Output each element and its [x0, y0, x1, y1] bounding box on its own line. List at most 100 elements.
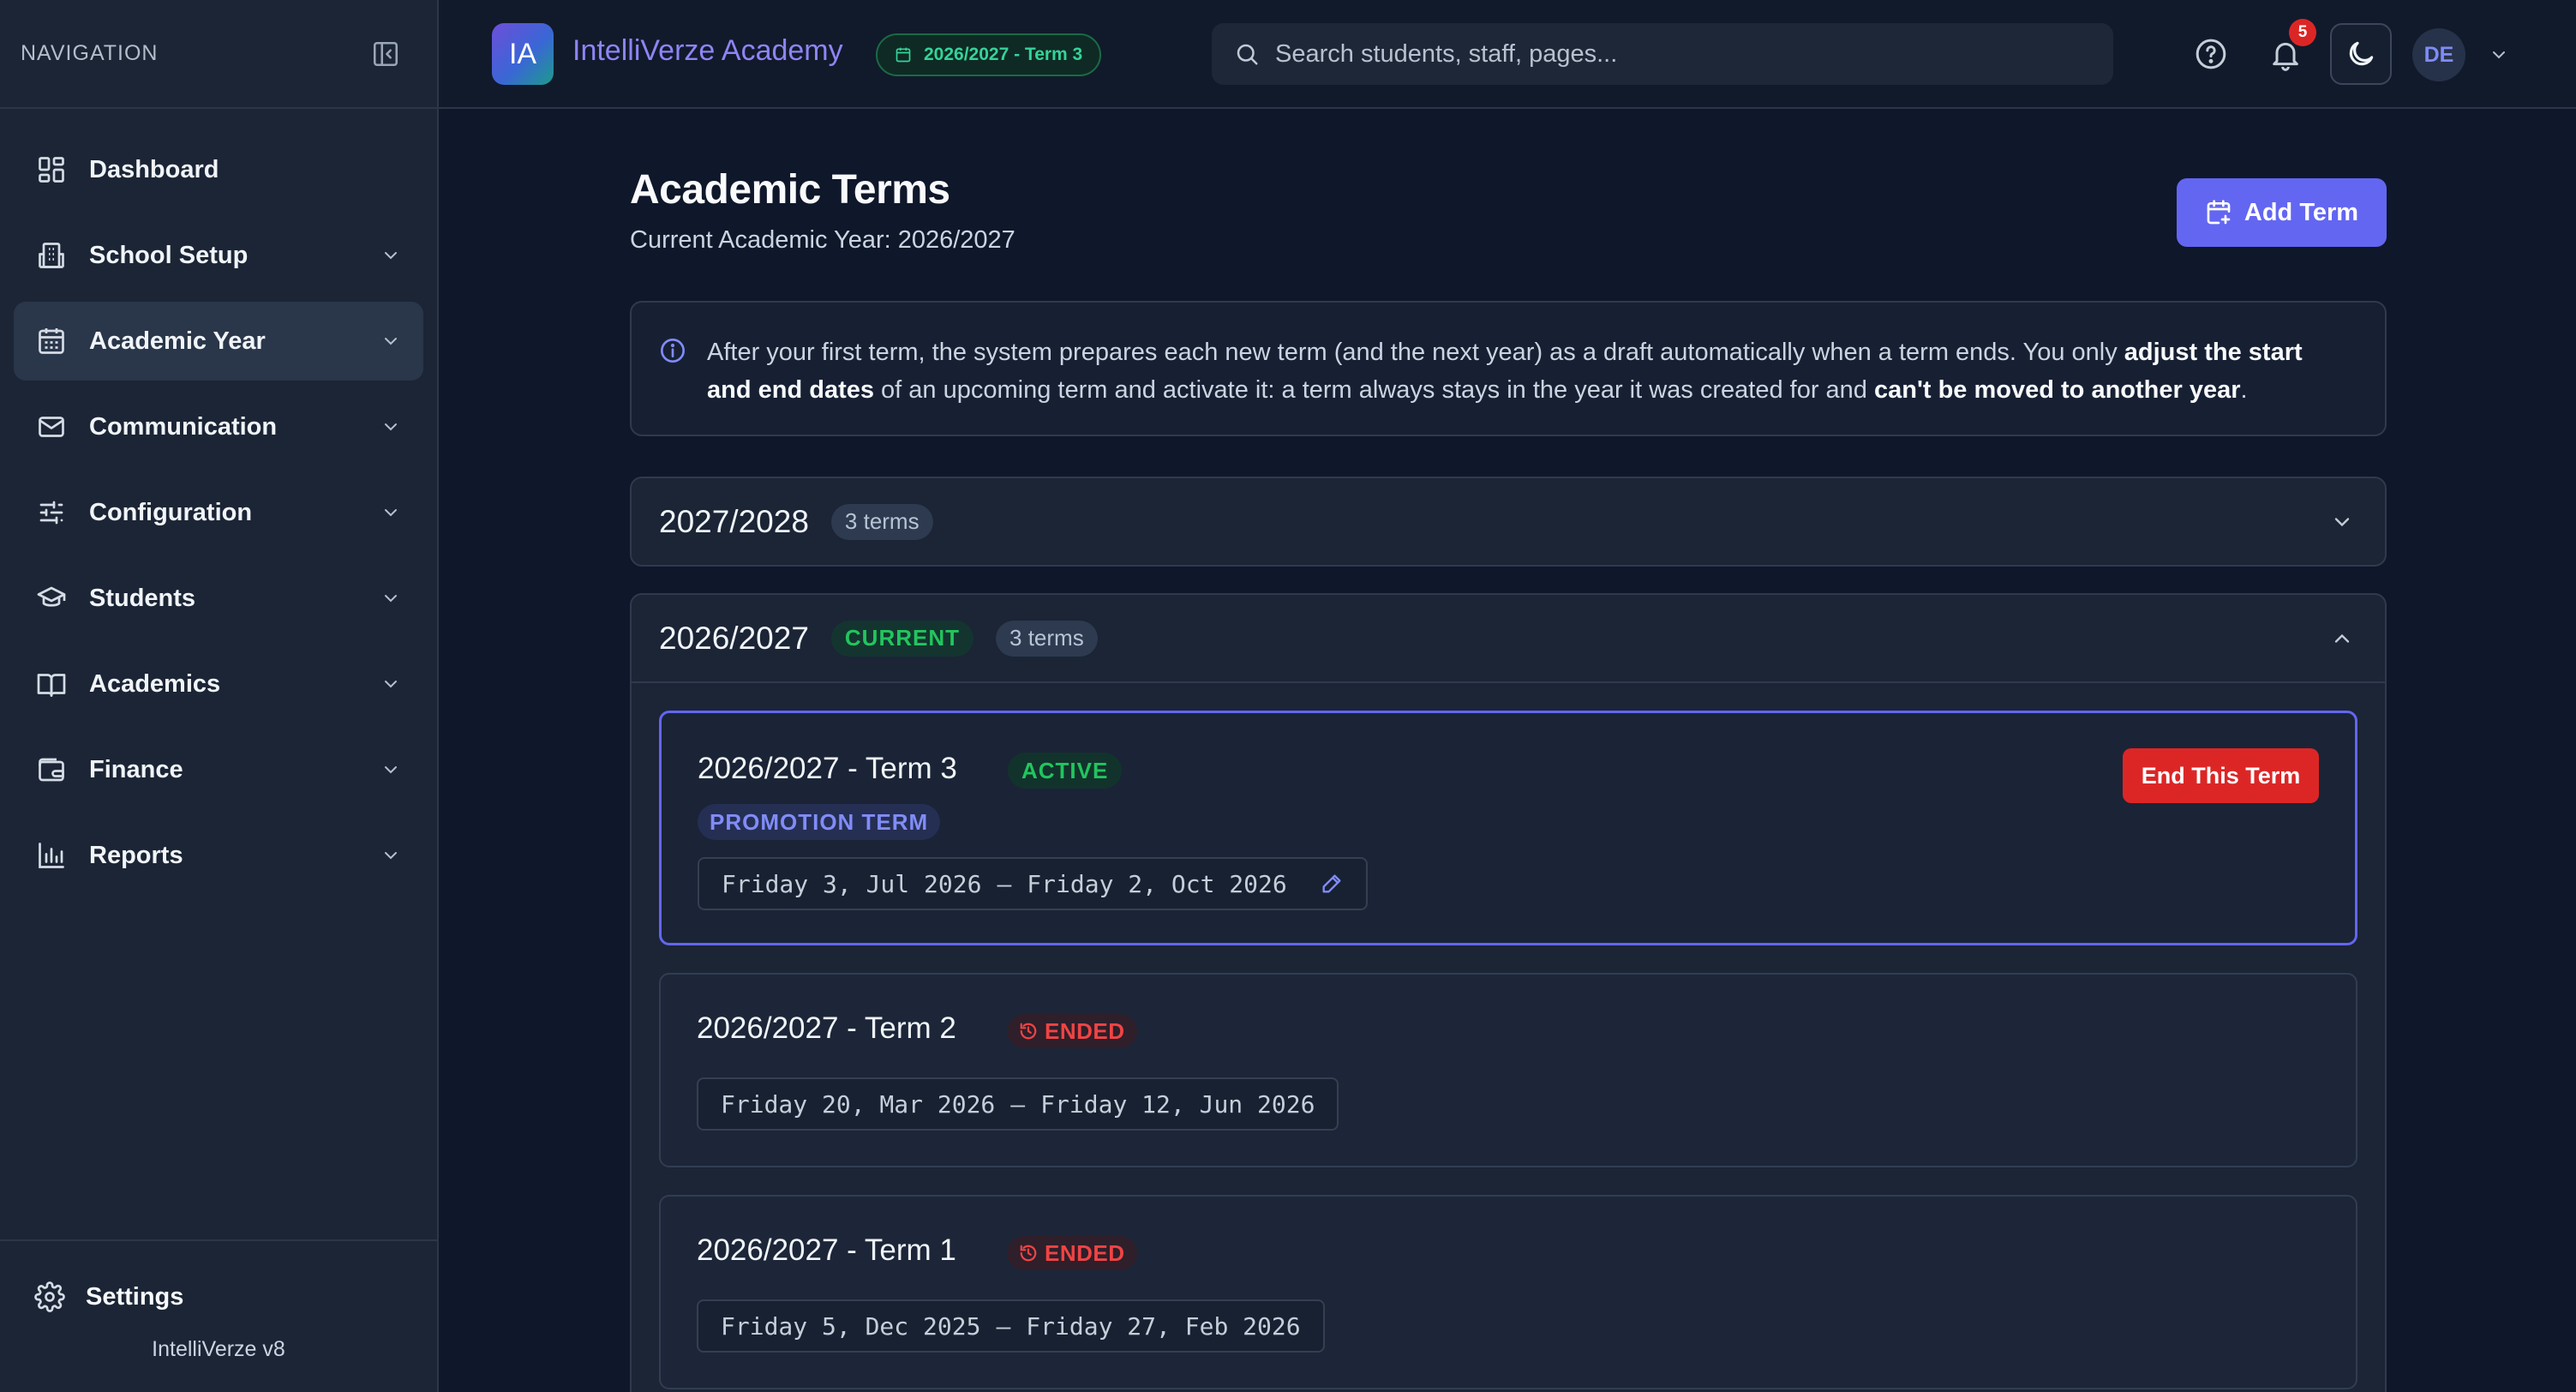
- graduation-cap-icon: [34, 581, 69, 615]
- mail-icon: [34, 410, 69, 444]
- chevron-down-icon[interactable]: [2327, 507, 2357, 537]
- dashboard-icon: [34, 153, 69, 187]
- sidebar-item-school-setup[interactable]: School Setup: [14, 216, 423, 295]
- status-badge: ENDED: [1007, 1236, 1137, 1270]
- status-label: ENDED: [1045, 1239, 1125, 1266]
- sidebar-item-academic-year[interactable]: Academic Year: [14, 302, 423, 381]
- gear-icon: [34, 1281, 65, 1312]
- sidebar-item-label: Configuration: [89, 498, 253, 526]
- search-input[interactable]: [1275, 39, 2091, 69]
- search-icon: [1234, 41, 1260, 67]
- year-terms-list: 2026/2027 - Term 3 ACTIVE PROMOTION TERM…: [632, 681, 2385, 1389]
- global-search[interactable]: [1212, 23, 2113, 85]
- current-term-pill[interactable]: 2026/2027 - Term 3: [876, 33, 1102, 76]
- pencil-icon[interactable]: [1320, 872, 1344, 896]
- calendar-icon: [34, 324, 69, 358]
- term-card-active: 2026/2027 - Term 3 ACTIVE PROMOTION TERM…: [659, 711, 2357, 945]
- calendar-plus-icon: [2205, 199, 2232, 226]
- sidebar-title: NAVIGATION: [21, 41, 159, 65]
- sidebar-item-dashboard[interactable]: Dashboard: [14, 130, 423, 209]
- term-title: 2026/2027 - Term 1: [697, 1233, 956, 1267]
- sidebar-footer: Settings IntelliVerze v8: [0, 1239, 437, 1392]
- info-banner: After your first term, the system prepar…: [630, 301, 2387, 436]
- date-separator: –: [1010, 1089, 1026, 1119]
- sidebar-item-label: School Setup: [89, 241, 249, 269]
- chevron-down-icon: [379, 843, 403, 867]
- sidebar-item-label: Finance: [89, 755, 183, 783]
- sidebar-item-finance[interactable]: Finance: [14, 730, 423, 809]
- date-separator: –: [996, 1311, 1011, 1341]
- sidebar-item-configuration[interactable]: Configuration: [14, 473, 423, 552]
- current-term-label: 2026/2027 - Term 3: [924, 45, 1083, 64]
- status-badge: ENDED: [1007, 1014, 1137, 1048]
- term-start-date: Friday 20, Mar 2026: [721, 1089, 996, 1119]
- term-card: 2026/2027 - Term 2 ENDED Friday 20, Mar …: [659, 973, 2357, 1167]
- info-text: After your first term, the system prepar…: [707, 339, 2124, 366]
- wallet-icon: [34, 753, 69, 787]
- theme-toggle-button[interactable]: [2330, 23, 2392, 85]
- sidebar-item-label: Settings: [86, 1282, 184, 1311]
- term-end-date: Friday 12, Jun 2026: [1040, 1089, 1315, 1119]
- chevron-down-icon[interactable]: [2487, 43, 2511, 67]
- calendar-icon: [895, 46, 912, 63]
- chevron-down-icon: [379, 672, 403, 696]
- chevron-down-icon: [379, 329, 403, 353]
- year-name: 2026/2027: [659, 620, 809, 656]
- clock-icon: [1019, 1244, 1038, 1263]
- year-header[interactable]: 2027/2028 3 terms: [632, 478, 2385, 565]
- add-term-button[interactable]: Add Term: [2177, 178, 2387, 247]
- sidebar-item-academics[interactable]: Academics: [14, 645, 423, 723]
- year-name: 2027/2028: [659, 503, 809, 539]
- term-date-range: Friday 5, Dec 2025– Friday 27, Feb 2026: [697, 1299, 1325, 1353]
- logo[interactable]: IA: [492, 23, 554, 85]
- term-title: 2026/2027 - Term 3: [698, 752, 957, 785]
- sidebar: NAVIGATION Dashboard School Setup Academ…: [0, 0, 439, 1392]
- page-title: Academic Terms: [630, 167, 950, 213]
- page-subtitle: Current Academic Year: 2026/2027: [630, 226, 1015, 254]
- sidebar-item-reports[interactable]: Reports: [14, 816, 423, 895]
- avatar[interactable]: DE: [2412, 28, 2465, 81]
- sidebar-item-label: Dashboard: [89, 155, 219, 183]
- add-term-label: Add Term: [2244, 198, 2359, 226]
- year-header[interactable]: 2026/2027 CURRENT 3 terms: [632, 595, 2385, 681]
- sidebar-item-settings[interactable]: Settings: [0, 1258, 437, 1335]
- sidebar-item-label: Communication: [89, 412, 278, 441]
- clock-icon: [1019, 1022, 1038, 1041]
- chevron-down-icon: [379, 758, 403, 782]
- building-icon: [34, 238, 69, 273]
- chevron-down-icon: [379, 586, 403, 610]
- chevron-down-icon: [379, 501, 403, 525]
- app-version: IntelliVerze v8: [152, 1337, 285, 1361]
- sidebar-header: NAVIGATION: [0, 0, 437, 109]
- term-title: 2026/2027 - Term 2: [697, 1011, 956, 1045]
- current-badge: CURRENT: [830, 620, 974, 657]
- sliders-icon: [34, 495, 69, 530]
- end-term-button[interactable]: End This Term: [2123, 748, 2319, 803]
- term-start-date: Friday 5, Dec 2025: [721, 1311, 981, 1341]
- info-emphasis: can't be moved to another year: [1874, 376, 2241, 404]
- chevron-down-icon: [379, 243, 403, 267]
- sidebar-item-label: Academics: [89, 669, 221, 698]
- chevron-up-icon[interactable]: [2327, 623, 2357, 654]
- status-badge: ACTIVE: [1008, 753, 1123, 789]
- promotion-badge: PROMOTION TERM: [698, 804, 941, 840]
- help-icon[interactable]: [2189, 32, 2233, 76]
- term-card: 2026/2027 - Term 1 ENDED Friday 5, Dec 2…: [659, 1195, 2357, 1389]
- term-date-range: Friday 20, Mar 2026– Friday 12, Jun 2026: [697, 1077, 1339, 1131]
- year-card: 2026/2027 CURRENT 3 terms 2026/2027 - Te…: [630, 593, 2387, 1392]
- info-text: of an upcoming term and activate it: a t…: [874, 376, 1874, 404]
- sidebar-item-label: Reports: [89, 841, 183, 869]
- moon-icon: [2345, 38, 2377, 70]
- brand-name[interactable]: IntelliVerze Academy: [572, 34, 843, 68]
- notification-badge: 5: [2289, 19, 2316, 46]
- term-date-range: Friday 3, Jul 2026– Friday 2, Oct 2026: [698, 857, 1368, 910]
- terms-count-badge: 3 terms: [996, 620, 1098, 657]
- sidebar-item-communication[interactable]: Communication: [14, 387, 423, 466]
- sidebar-item-label: Academic Year: [89, 327, 266, 355]
- collapse-sidebar-icon[interactable]: [368, 37, 403, 71]
- terms-count-badge: 3 terms: [830, 503, 933, 540]
- sidebar-item-students[interactable]: Students: [14, 559, 423, 638]
- info-text: .: [2240, 376, 2248, 404]
- date-separator: –: [997, 869, 1012, 898]
- chevron-down-icon: [379, 415, 403, 439]
